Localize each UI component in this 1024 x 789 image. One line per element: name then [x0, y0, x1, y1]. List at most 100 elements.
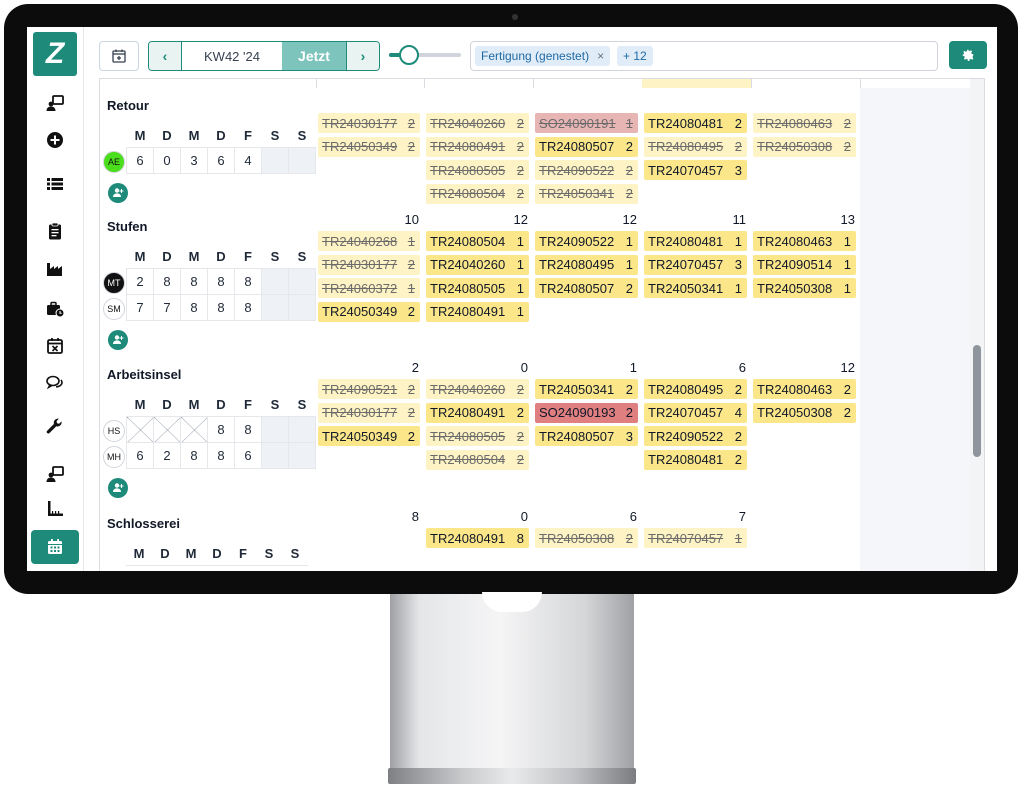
scrollbar-thumb[interactable] — [973, 345, 981, 457]
order-item[interactable]: SO24090193 2 — [535, 402, 638, 423]
order-item[interactable]: TR24050341 1 — [644, 278, 747, 298]
order-item[interactable]: TR24080504 2 — [426, 449, 529, 470]
slider-knob[interactable] — [399, 45, 419, 65]
order-item[interactable]: TR24030177 2 — [318, 254, 420, 275]
order-item[interactable]: TR24050349 2 — [318, 301, 420, 322]
order-item[interactable]: TR24080505 1 — [426, 278, 529, 298]
order-code: TR24080481 — [648, 452, 724, 467]
order-item[interactable]: TR24050341 2 — [535, 379, 638, 399]
order-item[interactable]: TR24080491 8 — [426, 528, 529, 548]
order-item[interactable]: TR24080481 2 — [644, 113, 747, 133]
order-item[interactable]: TR24080463 1 — [753, 231, 856, 251]
weekday-letter: M — [180, 244, 208, 269]
settings-button[interactable] — [949, 41, 987, 69]
order-item[interactable]: TR24080481 1 — [644, 231, 747, 251]
order-item[interactable]: TR24050308 2 — [753, 136, 856, 157]
order-item[interactable]: TR24030177 2 — [318, 402, 420, 423]
filter-chip[interactable]: Fertigung (genestet) × — [475, 46, 611, 66]
sidebar-item-person-board[interactable] — [27, 458, 83, 490]
order-item[interactable]: TR24080491 1 — [426, 301, 529, 322]
order-item[interactable]: TR24050308 1 — [753, 278, 856, 298]
hours-cell: 7 — [153, 294, 181, 321]
sidebar-item-chat[interactable] — [27, 367, 83, 399]
avatar[interactable]: SM — [103, 298, 125, 320]
order-item[interactable]: TR24080507 2 — [535, 278, 638, 298]
order-item[interactable]: TR24080463 2 — [753, 113, 856, 133]
zoom-slider[interactable] — [389, 45, 461, 65]
sidebar-item-briefcase-clock[interactable] — [27, 293, 83, 325]
sidebar-item-wrench[interactable] — [27, 411, 83, 443]
next-week-button[interactable]: › — [346, 42, 379, 70]
order-item[interactable]: TR24080491 2 — [426, 136, 529, 157]
order-qty: 2 — [625, 530, 633, 546]
order-item[interactable]: TR24090522 2 — [644, 426, 747, 446]
sidebar-item-calendar[interactable] — [31, 530, 79, 564]
avatar[interactable]: HS — [103, 420, 125, 442]
order-item[interactable]: TR24050308 2 — [535, 528, 638, 548]
sidebar-item-person-board[interactable] — [27, 87, 83, 119]
add-calendar-button[interactable] — [99, 41, 139, 71]
avatar[interactable]: MT — [103, 272, 125, 294]
order-item[interactable]: TR24090522 2 — [535, 160, 638, 180]
order-item[interactable]: TR24030177 2 — [318, 113, 420, 133]
order-item[interactable]: TR24060372 1 — [318, 278, 420, 298]
order-item[interactable]: TR24080495 1 — [535, 254, 638, 275]
weekday-letter: D — [207, 244, 235, 269]
order-item[interactable]: TR24050308 2 — [753, 402, 856, 423]
avatar[interactable]: MH — [103, 446, 125, 468]
order-item[interactable]: SO24090191 1 — [535, 113, 638, 133]
order-item[interactable]: TR24040260 1 — [426, 254, 529, 275]
order-item[interactable]: TR24050349 2 — [318, 426, 420, 446]
prev-week-button[interactable]: ‹ — [149, 42, 181, 70]
order-item[interactable]: TR24090522 1 — [535, 231, 638, 251]
order-item[interactable]: TR24050349 2 — [318, 136, 420, 157]
order-item[interactable]: TR24080491 2 — [426, 402, 529, 423]
order-item[interactable]: TR24070457 3 — [644, 254, 747, 275]
order-item[interactable]: TR24080504 1 — [426, 231, 529, 251]
add-worker-button[interactable] — [108, 183, 128, 203]
sidebar-item-factory[interactable] — [27, 253, 83, 285]
order-code: TR24040268 — [322, 233, 398, 249]
order-item[interactable]: TR24070457 1 — [644, 528, 747, 548]
order-item[interactable]: TR24070457 4 — [644, 402, 747, 423]
more-filters-chip[interactable]: + 12 — [617, 46, 653, 66]
order-item[interactable]: TR24080507 2 — [535, 136, 638, 157]
add-worker-button[interactable] — [108, 330, 128, 350]
worker-row: 88 — [126, 416, 316, 443]
filter-input[interactable]: Fertigung (genestet) × + 12 — [470, 41, 938, 71]
sidebar-item-clipboard[interactable] — [27, 215, 83, 247]
order-item[interactable]: TR24090521 2 — [318, 379, 420, 399]
order-item[interactable]: TR24080463 2 — [753, 379, 856, 399]
order-item[interactable]: TR24080505 2 — [426, 160, 529, 180]
order-item[interactable]: TR24040268 1 — [318, 231, 420, 251]
order-item[interactable]: TR24040260 2 — [426, 113, 529, 133]
remove-filter-icon[interactable]: × — [597, 49, 604, 63]
order-item[interactable]: TR24090514 1 — [753, 254, 856, 275]
vertical-scrollbar[interactable] — [970, 79, 984, 571]
sidebar-item-ruler[interactable] — [27, 493, 83, 525]
sidebar-item-calendar-x[interactable] — [27, 330, 83, 362]
item-count: 13 — [840, 212, 855, 227]
sidebar-item-plus-circle[interactable] — [27, 124, 83, 156]
add-worker-button[interactable] — [108, 478, 128, 498]
order-item[interactable]: TR24080481 2 — [644, 449, 747, 470]
today-button[interactable]: Jetzt — [282, 42, 346, 70]
order-item[interactable]: TR24050341 2 — [535, 183, 638, 204]
item-count: 2 — [411, 360, 419, 375]
weekday-letter: S — [288, 244, 316, 269]
hours-cell — [261, 268, 289, 295]
avatar[interactable]: AE — [103, 151, 125, 173]
order-item[interactable]: TR24080504 2 — [426, 183, 529, 204]
order-item[interactable]: TR24080495 2 — [644, 379, 747, 399]
hours-cell: 6 — [234, 442, 262, 469]
sidebar-item-list[interactable] — [27, 168, 83, 200]
order-code: TR24050349 — [322, 139, 398, 154]
order-item[interactable]: TR24080507 3 — [535, 426, 638, 446]
order-item[interactable]: TR24070457 3 — [644, 160, 747, 180]
order-item[interactable]: TR24080505 2 — [426, 426, 529, 446]
item-count: 12 — [840, 360, 855, 375]
order-item[interactable]: TR24040260 2 — [426, 379, 529, 399]
order-item[interactable]: TR24080495 2 — [644, 136, 747, 157]
app-logo[interactable]: Z — [33, 32, 77, 76]
order-qty: 2 — [407, 139, 415, 154]
